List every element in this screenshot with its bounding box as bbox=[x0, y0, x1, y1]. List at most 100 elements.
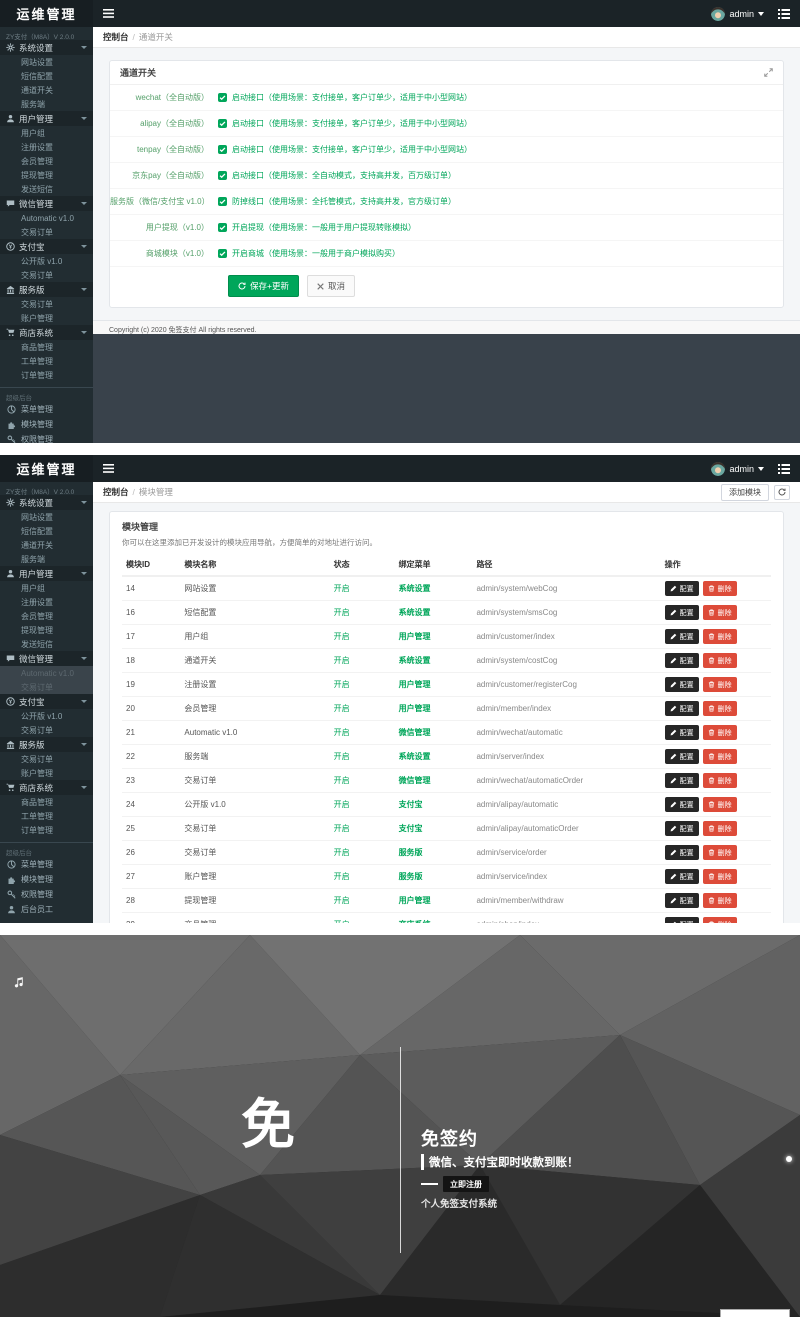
sidebar-item[interactable]: 用户组 bbox=[0, 126, 93, 140]
sidebar-item[interactable]: 订单管理 bbox=[0, 368, 93, 382]
sidebar-item[interactable]: 注册设置 bbox=[0, 595, 93, 609]
sidebar-item[interactable]: 交易订单 bbox=[0, 268, 93, 282]
checkbox-checked[interactable] bbox=[218, 119, 227, 128]
sidebar-item[interactable]: Automatic v1.0 bbox=[0, 211, 93, 225]
control-sidebar-toggle-icon[interactable] bbox=[778, 8, 790, 19]
bound-menu-link[interactable]: 用户管理 bbox=[399, 704, 431, 713]
checkbox-checked[interactable] bbox=[218, 223, 227, 232]
sidebar-item[interactable]: 通道开关 bbox=[0, 538, 93, 552]
app-logo[interactable]: 运维管理 bbox=[0, 0, 93, 27]
checkbox-checked[interactable] bbox=[218, 197, 227, 206]
sidebar-item[interactable]: 服务端 bbox=[0, 97, 93, 111]
checkbox-checked[interactable] bbox=[218, 171, 227, 180]
delete-button[interactable]: 删除 bbox=[702, 893, 737, 908]
sidebar-item[interactable]: 公开版 v1.0 bbox=[0, 254, 93, 268]
checkbox-checked[interactable] bbox=[218, 249, 227, 258]
refresh-icon[interactable] bbox=[774, 484, 790, 500]
hamburger-icon[interactable] bbox=[103, 464, 114, 473]
config-button[interactable]: 配置 bbox=[664, 701, 699, 716]
sidebar-item[interactable]: 提现管理 bbox=[0, 168, 93, 182]
sidebar-group-cart[interactable]: 商店系统 bbox=[0, 780, 93, 795]
hamburger-icon[interactable] bbox=[103, 9, 114, 18]
sidebar-item[interactable]: 通道开关 bbox=[0, 83, 93, 97]
sidebar-group-comment[interactable]: 微信管理 bbox=[0, 196, 93, 211]
config-button[interactable]: 配置 bbox=[664, 869, 699, 884]
bound-menu-link[interactable]: 系统设置 bbox=[399, 608, 431, 617]
delete-button[interactable]: 删除 bbox=[702, 725, 737, 740]
save-button[interactable]: 保存+更新 bbox=[228, 275, 299, 297]
bound-menu-link[interactable]: 商店系统 bbox=[399, 920, 431, 923]
config-button[interactable]: 配置 bbox=[664, 629, 699, 644]
delete-button[interactable]: 删除 bbox=[702, 653, 737, 668]
delete-button[interactable]: 删除 bbox=[702, 629, 737, 644]
delete-button[interactable]: 删除 bbox=[702, 869, 737, 884]
music-note-icon[interactable] bbox=[14, 975, 24, 993]
sidebar-item[interactable]: 注册设置 bbox=[0, 140, 93, 154]
sidebar-group-user[interactable]: 用户管理 bbox=[0, 111, 93, 126]
sidebar-tool-item[interactable]: 权限管理 bbox=[0, 432, 93, 443]
sidebar-item[interactable]: 商品管理 bbox=[0, 795, 93, 809]
delete-button[interactable]: 删除 bbox=[702, 773, 737, 788]
cancel-button[interactable]: 取消 bbox=[306, 275, 355, 297]
sidebar-item[interactable]: 账户管理 bbox=[0, 311, 93, 325]
config-button[interactable]: 配置 bbox=[664, 917, 699, 923]
bound-menu-link[interactable]: 用户管理 bbox=[399, 896, 431, 905]
carousel-dot[interactable] bbox=[786, 1156, 792, 1162]
sidebar-item[interactable]: 短信配置 bbox=[0, 524, 93, 538]
control-sidebar-toggle-icon[interactable] bbox=[778, 463, 790, 474]
sidebar-item[interactable]: 商品管理 bbox=[0, 340, 93, 354]
bound-menu-link[interactable]: 用户管理 bbox=[399, 632, 431, 641]
delete-button[interactable]: 删除 bbox=[702, 845, 737, 860]
breadcrumb-home[interactable]: 控制台 bbox=[103, 31, 129, 43]
bound-menu-link[interactable]: 支付宝 bbox=[399, 824, 423, 833]
user-menu[interactable]: admin bbox=[711, 6, 764, 21]
sidebar-tool-item[interactable]: 菜单管理 bbox=[0, 402, 93, 417]
app-logo[interactable]: 运维管理 bbox=[0, 455, 93, 482]
sidebar-tool-item[interactable]: 后台员工 bbox=[0, 902, 93, 917]
config-button[interactable]: 配置 bbox=[664, 749, 699, 764]
delete-button[interactable]: 删除 bbox=[702, 701, 737, 716]
bound-menu-link[interactable]: 系统设置 bbox=[399, 584, 431, 593]
breadcrumb-home[interactable]: 控制台 bbox=[103, 486, 129, 498]
add-module-button[interactable]: 添加模块 bbox=[721, 483, 769, 501]
sidebar-tool-item[interactable]: 模块管理 bbox=[0, 872, 93, 887]
config-button[interactable]: 配置 bbox=[664, 797, 699, 812]
sidebar-item[interactable]: 账户管理 bbox=[0, 766, 93, 780]
sidebar-item[interactable]: 短信配置 bbox=[0, 69, 93, 83]
sidebar-item[interactable]: 发送短信 bbox=[0, 182, 93, 196]
chat-widget-peek[interactable] bbox=[720, 1309, 790, 1317]
sidebar-item[interactable]: 工单管理 bbox=[0, 809, 93, 823]
sidebar-group-bank[interactable]: 服务版 bbox=[0, 737, 93, 752]
user-menu[interactable]: admin bbox=[711, 461, 764, 476]
sidebar-group-pay[interactable]: 支付宝 bbox=[0, 694, 93, 709]
bound-menu-link[interactable]: 用户管理 bbox=[399, 680, 431, 689]
sidebar-group-gear[interactable]: 系统设置 bbox=[0, 40, 93, 55]
bound-menu-link[interactable]: 系统设置 bbox=[399, 656, 431, 665]
sidebar-item[interactable]: 网站设置 bbox=[0, 55, 93, 69]
sidebar-item[interactable]: 交易订单 bbox=[0, 680, 93, 694]
delete-button[interactable]: 删除 bbox=[702, 581, 737, 596]
sidebar-tool-item[interactable]: 权限管理 bbox=[0, 887, 93, 902]
register-button[interactable]: 立即注册 bbox=[443, 1176, 489, 1192]
sidebar-item[interactable]: 交易订单 bbox=[0, 752, 93, 766]
config-button[interactable]: 配置 bbox=[664, 821, 699, 836]
sidebar-item[interactable]: Automatic v1.0 bbox=[0, 666, 93, 680]
sidebar-item[interactable]: 公开版 v1.0 bbox=[0, 709, 93, 723]
bound-menu-link[interactable]: 微信管理 bbox=[399, 728, 431, 737]
sidebar-item[interactable]: 网站设置 bbox=[0, 510, 93, 524]
sidebar-item[interactable]: 会员管理 bbox=[0, 154, 93, 168]
config-button[interactable]: 配置 bbox=[664, 653, 699, 668]
sidebar-item[interactable]: 服务端 bbox=[0, 552, 93, 566]
checkbox-checked[interactable] bbox=[218, 93, 227, 102]
config-button[interactable]: 配置 bbox=[664, 605, 699, 620]
bound-menu-link[interactable]: 微信管理 bbox=[399, 776, 431, 785]
sidebar-group-user[interactable]: 用户管理 bbox=[0, 566, 93, 581]
sidebar-tool-item[interactable]: 模块管理 bbox=[0, 417, 93, 432]
bound-menu-link[interactable]: 支付宝 bbox=[399, 800, 423, 809]
sidebar-tool-item[interactable]: 菜单管理 bbox=[0, 857, 93, 872]
sidebar-item[interactable]: 提现管理 bbox=[0, 623, 93, 637]
bound-menu-link[interactable]: 服务版 bbox=[399, 872, 423, 881]
config-button[interactable]: 配置 bbox=[664, 845, 699, 860]
sidebar-item[interactable]: 工单管理 bbox=[0, 354, 93, 368]
sidebar-item[interactable]: 发送短信 bbox=[0, 637, 93, 651]
